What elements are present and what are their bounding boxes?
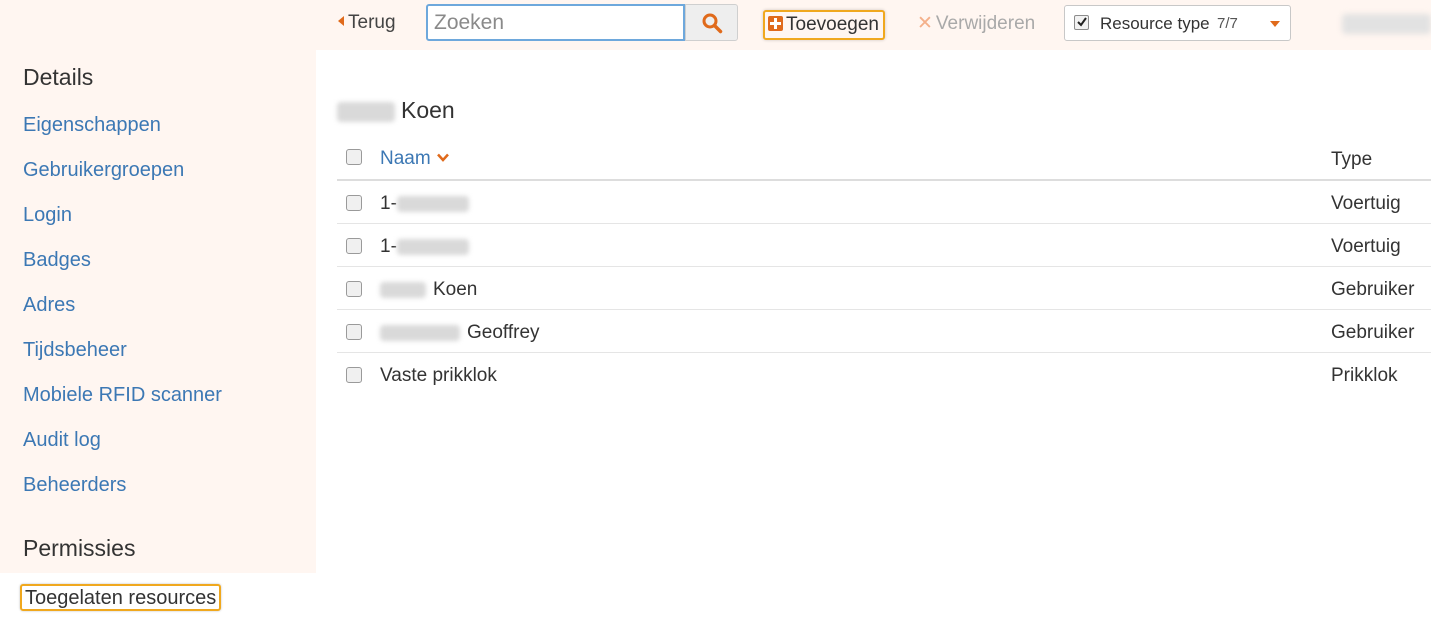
row-type: Voertuig <box>1331 193 1401 214</box>
select-all-checkbox[interactable] <box>346 149 362 165</box>
row-type: Gebruiker <box>1331 279 1415 300</box>
row-checkbox[interactable] <box>346 195 362 211</box>
table-row[interactable]: Koen Gebruiker <box>337 267 1431 310</box>
page-title: Koen <box>337 97 455 124</box>
page-title-text: Koen <box>401 97 455 123</box>
row-name-text: 1- <box>380 193 397 214</box>
row-checkbox[interactable] <box>346 238 362 254</box>
search-input[interactable] <box>426 4 685 41</box>
sidebar-active-row: Toegelaten resources <box>0 573 316 620</box>
column-header-name: Naam <box>380 148 431 169</box>
sidebar-item-tijdsbeheer[interactable]: Tijdsbeheer <box>23 339 127 362</box>
redacted-text <box>380 324 460 341</box>
back-button[interactable]: Terug <box>338 12 396 34</box>
resource-type-label: Resource type <box>1100 14 1210 33</box>
x-icon: ✕ <box>917 13 933 34</box>
resource-type-count: 7/7 <box>1217 15 1238 32</box>
row-type: Prikklok <box>1331 365 1398 386</box>
table-row[interactable]: Vaste prikklok Prikklok <box>337 353 1431 396</box>
table-header: Naam Type <box>337 137 1431 181</box>
add-button[interactable]: Toevoegen <box>763 10 885 40</box>
caret-down-icon <box>1270 21 1280 27</box>
row-name-text: 1- <box>380 236 397 257</box>
caret-left-icon <box>338 16 344 26</box>
redacted-text <box>396 195 469 212</box>
redacted-text <box>337 101 395 122</box>
sidebar-item-beheerders[interactable]: Beheerders <box>23 474 126 497</box>
sidebar-item-mobiele-rfid-scanner[interactable]: Mobiele RFID scanner <box>23 384 222 407</box>
resource-type-filter[interactable]: Resource type 7/7 <box>1064 5 1291 41</box>
row-name: Koen <box>380 279 477 301</box>
sidebar-item-adres[interactable]: Adres <box>23 294 75 317</box>
delete-button[interactable]: ✕ Verwijderen <box>917 12 1035 35</box>
row-checkbox[interactable] <box>346 281 362 297</box>
search-icon <box>702 13 723 34</box>
sort-by-name[interactable]: Naam <box>380 148 449 170</box>
row-name: Geoffrey <box>380 322 540 344</box>
row-name: 1- <box>380 193 469 215</box>
row-name-text: Koen <box>433 279 478 300</box>
row-type: Gebruiker <box>1331 322 1415 343</box>
resources-table: Naam Type 1- Voertuig 1- Voertuig Koen G… <box>337 137 1431 396</box>
add-label: Toevoegen <box>786 14 879 35</box>
redacted-text <box>396 238 469 255</box>
row-name-text: Geoffrey <box>467 322 540 343</box>
sidebar-item-audit-log[interactable]: Audit log <box>23 429 101 452</box>
details-heading: Details <box>23 64 94 90</box>
user-name-redacted[interactable] <box>1342 14 1431 34</box>
checkbox-checked-icon <box>1074 15 1089 30</box>
row-name: Vaste prikklok <box>380 365 497 386</box>
sidebar-item-login[interactable]: Login <box>23 204 72 227</box>
search-button[interactable] <box>685 4 738 41</box>
row-checkbox[interactable] <box>346 324 362 340</box>
sidebar-item-gebruikergroepen[interactable]: Gebruikergroepen <box>23 159 184 182</box>
sidebar-item-eigenschappen[interactable]: Eigenschappen <box>23 114 161 137</box>
table-row[interactable]: Geoffrey Gebruiker <box>337 310 1431 353</box>
back-label: Terug <box>348 12 396 33</box>
row-checkbox[interactable] <box>346 367 362 383</box>
row-name: 1- <box>380 236 469 258</box>
toolbar: Terug Toevoegen ✕Verwijderen Resource ty… <box>316 0 1431 50</box>
sidebar: Details Eigenschappen Gebruikergroepen L… <box>0 0 316 620</box>
row-type: Voertuig <box>1331 236 1401 257</box>
permissions-heading: Permissies <box>23 535 136 561</box>
sidebar-item-badges[interactable]: Badges <box>23 249 91 272</box>
plus-square-icon <box>768 16 783 31</box>
table-row[interactable]: 1- Voertuig <box>337 224 1431 267</box>
delete-label: Verwijderen <box>935 13 1036 34</box>
redacted-text <box>380 281 426 298</box>
chevron-down-icon <box>436 153 449 162</box>
table-row[interactable]: 1- Voertuig <box>337 181 1431 224</box>
column-header-type: Type <box>1331 149 1373 170</box>
sidebar-item-toegelaten-resources[interactable]: Toegelaten resources <box>20 584 222 611</box>
